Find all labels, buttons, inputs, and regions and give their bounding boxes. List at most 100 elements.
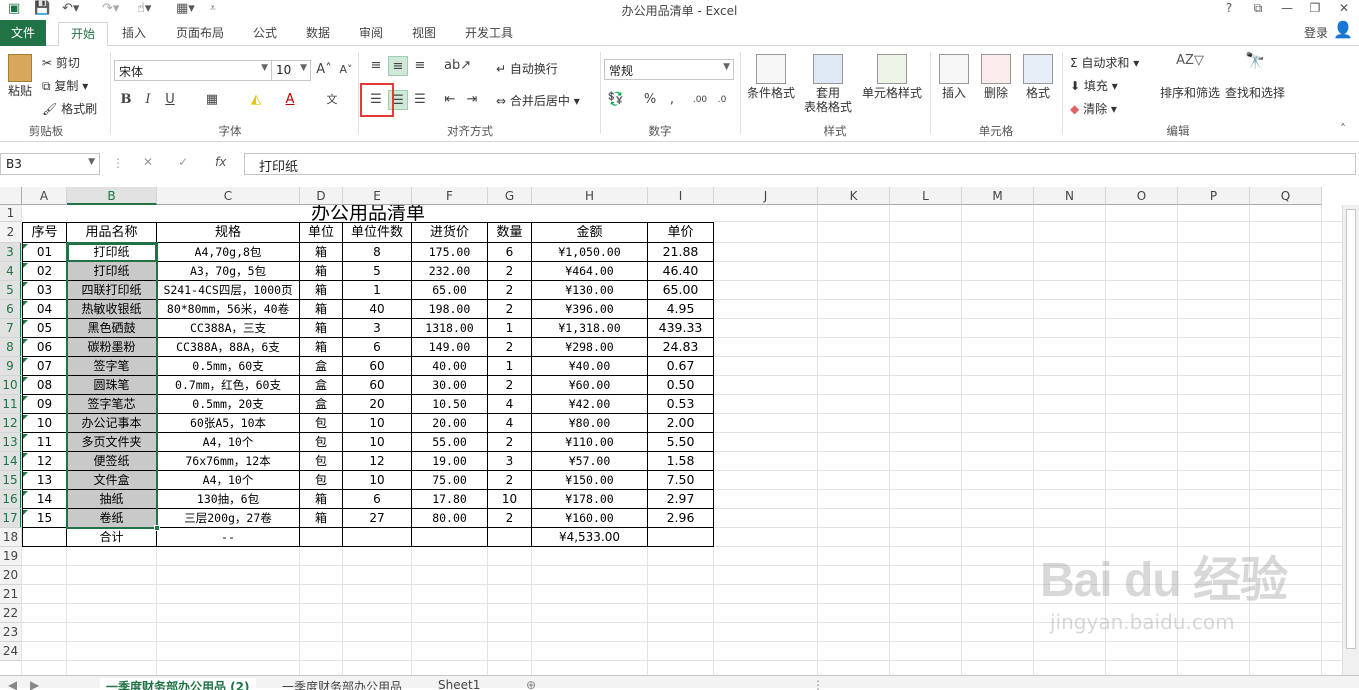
table-cell[interactable]: 10 [343,433,412,452]
table-cell[interactable]: 黑色硒鼓 [67,319,157,338]
table-cell[interactable]: 1318.00 [412,319,488,338]
column-header[interactable]: F [412,187,488,205]
fill-button[interactable]: ⬇ 填充 ▾ [1070,77,1118,94]
restore-button[interactable]: ❐ [1305,1,1325,15]
autosum-button[interactable]: Σ 自动求和 ▾ [1070,54,1139,71]
table-cell[interactable]: 签字笔 [67,357,157,376]
row-header[interactable]: 24 [0,642,22,661]
table-cell[interactable]: 10 [343,414,412,433]
table-header-cell[interactable]: 单位 [300,222,343,243]
row-header[interactable]: 10 [0,376,22,395]
table-cell[interactable]: A4,70g,8包 [157,243,300,262]
increase-indent-icon[interactable]: ⇥ [462,90,482,110]
table-cell[interactable]: 60张A5，10本 [157,414,300,433]
table-cell[interactable]: ¥40.00 [532,357,648,376]
increase-decimal-icon[interactable]: .00 [690,90,710,110]
format-painter-button[interactable]: 🖌 格式刷 [42,100,97,117]
cancel-icon[interactable]: ✕ [143,155,153,169]
table-cell[interactable]: 21.88 [648,243,714,262]
table-cell[interactable]: 7.50 [648,471,714,490]
table-cell[interactable]: 6 [488,243,532,262]
formula-input[interactable]: 打印纸 [244,153,1356,175]
column-header[interactable]: D [300,187,343,205]
table-cell[interactable]: CC388A，88A，6支 [157,338,300,357]
underline-icon[interactable]: U [160,90,180,110]
column-header[interactable]: M [962,187,1034,205]
table-cell[interactable]: 01 [22,243,67,262]
table-cell[interactable]: 2 [488,338,532,357]
table-cell[interactable]: CC388A，三支 [157,319,300,338]
table-cell[interactable]: 20 [343,395,412,414]
table-cell[interactable]: A4，10个 [157,433,300,452]
next-sheet-icon[interactable]: ▶ [30,678,39,690]
row-header[interactable]: 11 [0,395,22,414]
table-cell[interactable]: 19.00 [412,452,488,471]
table-header-cell[interactable]: 进货价 [412,222,488,243]
table-cell[interactable]: 80.00 [412,509,488,528]
column-header[interactable]: N [1034,187,1106,205]
column-header[interactable]: A [22,187,67,205]
table-cell[interactable]: 2 [488,300,532,319]
table-cell[interactable]: 2.96 [648,509,714,528]
table-cell[interactable]: ¥80.00 [532,414,648,433]
wrap-text-button[interactable]: ↵ 自动换行 [496,60,558,77]
table-cell[interactable]: 14 [22,490,67,509]
table-cell[interactable]: 2 [488,509,532,528]
table-cell[interactable]: 盒 [300,395,343,414]
tab-page-layout[interactable]: 页面布局 [176,24,224,44]
table-cell[interactable]: 20.00 [412,414,488,433]
total-cell[interactable] [22,528,67,547]
table-cell[interactable]: ¥464.00 [532,262,648,281]
table-cell[interactable]: 04 [22,300,67,319]
function-icon[interactable]: fx [215,155,226,169]
total-cell[interactable]: -- [157,528,300,547]
row-header[interactable]: 21 [0,585,22,604]
table-cell[interactable]: 2.97 [648,490,714,509]
row-header[interactable]: 12 [0,414,22,433]
row-header[interactable]: 9 [0,357,22,376]
table-cell[interactable]: 1.58 [648,452,714,471]
table-cell[interactable]: 10 [343,471,412,490]
table-cell[interactable]: 打印纸 [67,262,157,281]
sort-filter-button[interactable]: AZ▽ 排序和筛选 [1158,54,1222,101]
table-cell[interactable]: S241-4CS四层，1000页 [157,281,300,300]
table-cell[interactable]: 1 [488,357,532,376]
table-cell[interactable]: 6 [343,338,412,357]
table-cell[interactable]: 02 [22,262,67,281]
table-cell[interactable]: 箱 [300,490,343,509]
table-cell[interactable]: 0.7mm，红色，60支 [157,376,300,395]
table-cell[interactable]: 0.53 [648,395,714,414]
tab-review[interactable]: 审阅 [359,24,383,44]
increase-font-icon[interactable]: A˄ [314,60,334,80]
table-cell[interactable]: ¥178.00 [532,490,648,509]
column-header[interactable]: B [67,187,157,205]
borders-icon[interactable]: ▦ [202,90,222,110]
italic-icon[interactable]: I [138,90,158,110]
total-cell[interactable] [412,528,488,547]
table-cell[interactable]: 2 [488,433,532,452]
sheet-tab[interactable]: Sheet1 [432,678,486,690]
total-cell[interactable] [648,528,714,547]
table-cell[interactable]: 0.5mm，20支 [157,395,300,414]
table-cell[interactable]: ¥150.00 [532,471,648,490]
table-cell[interactable]: 27 [343,509,412,528]
row-header[interactable]: 22 [0,604,22,623]
clear-button[interactable]: ◆ 清除 ▾ [1070,100,1117,117]
row-header[interactable]: 5 [0,281,22,300]
tab-home[interactable]: 开始 [58,22,108,47]
table-cell[interactable]: 17.80 [412,490,488,509]
currency-icon[interactable]: 💱 [606,90,626,110]
table-cell[interactable]: 24.83 [648,338,714,357]
table-cell[interactable]: 0.67 [648,357,714,376]
table-cell[interactable]: 10 [488,490,532,509]
format-cells-button[interactable]: 格式 [1020,54,1056,100]
table-cell[interactable]: 65.00 [412,281,488,300]
table-cell[interactable]: 5.50 [648,433,714,452]
row-header[interactable]: 17 [0,509,22,528]
row-header[interactable]: 3 [0,243,22,262]
scrollbar-thumb[interactable] [1346,209,1356,649]
table-cell[interactable]: 232.00 [412,262,488,281]
table-cell[interactable]: 75.00 [412,471,488,490]
add-sheet-icon[interactable]: ⊕ [526,678,536,690]
table-cell[interactable]: 4 [488,395,532,414]
